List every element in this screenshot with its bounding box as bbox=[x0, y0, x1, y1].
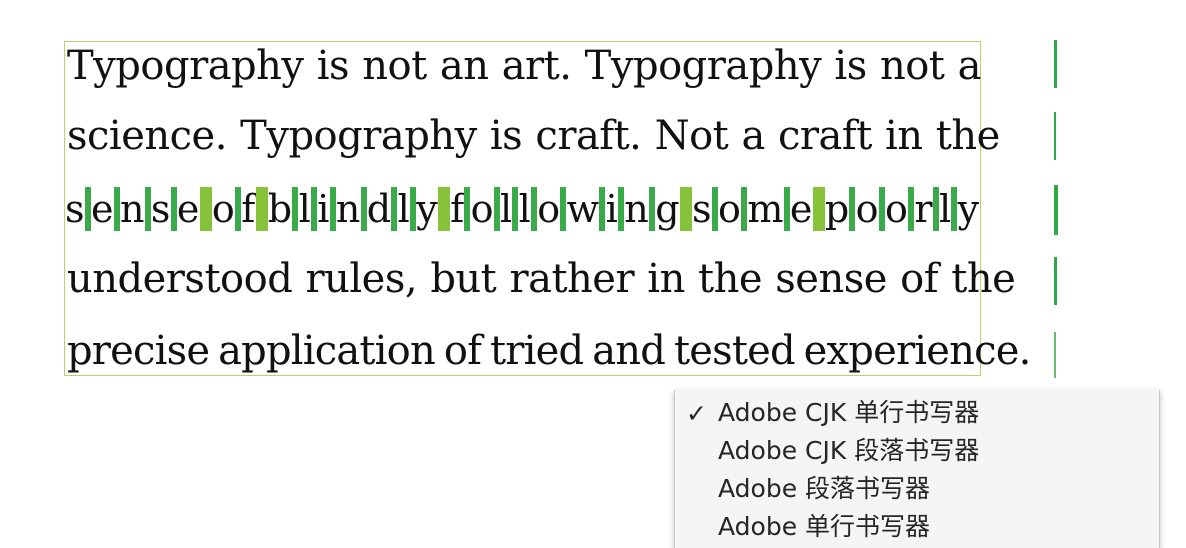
line-indicator-4 bbox=[1054, 257, 1057, 305]
glyph: s bbox=[65, 187, 85, 231]
glyph: i bbox=[317, 187, 330, 231]
menu-item-label: Adobe 段落书写器 bbox=[718, 474, 931, 503]
menu-item-adobe-cjk-single-line-composer[interactable]: ✓ Adobe CJK 单行书写器 bbox=[675, 394, 1159, 432]
glyph: b bbox=[267, 187, 293, 231]
letter-spacing-highlight bbox=[618, 187, 625, 231]
letter-spacing-highlight bbox=[464, 187, 471, 231]
glyph: g bbox=[655, 187, 680, 231]
paragraph-line-4: understood rules, but rather in the sens… bbox=[67, 256, 1016, 302]
letter-spacing-highlight bbox=[493, 187, 500, 231]
letter-spacing-highlight bbox=[711, 187, 718, 231]
letter-spacing-highlight bbox=[849, 187, 856, 231]
composer-menu[interactable]: ✓ Adobe CJK 单行书写器 Adobe CJK 段落书写器 Adobe … bbox=[674, 390, 1160, 548]
glyph: o bbox=[211, 187, 235, 231]
glyph: y bbox=[957, 187, 980, 231]
glyph: f bbox=[450, 187, 465, 231]
letter-spacing-highlight bbox=[741, 187, 748, 231]
paragraph-line-3-spacing-highlight: senseofblindlyfollowingsomepoorly bbox=[65, 179, 980, 239]
letter-spacing-highlight bbox=[878, 187, 885, 231]
menu-item-adobe-paragraph-composer[interactable]: Adobe 段落书写器 bbox=[675, 470, 1159, 508]
glyph: e bbox=[176, 187, 200, 231]
menu-item-adobe-cjk-paragraph-composer[interactable]: Adobe CJK 段落书写器 bbox=[675, 432, 1159, 470]
glyph: n bbox=[335, 187, 361, 231]
letter-spacing-highlight bbox=[170, 187, 177, 231]
glyph: o bbox=[718, 187, 741, 231]
letter-spacing-highlight bbox=[531, 187, 538, 231]
glyph: s bbox=[692, 187, 712, 231]
glyph: n bbox=[624, 187, 649, 231]
menu-item-label: Adobe CJK 单行书写器 bbox=[718, 398, 980, 427]
menu-item-label: Adobe CJK 段落书写器 bbox=[718, 436, 980, 465]
word-space-highlight bbox=[437, 187, 450, 231]
word-space-highlight bbox=[679, 187, 692, 231]
glyph: r bbox=[914, 187, 933, 231]
glyph: o bbox=[885, 187, 908, 231]
line-indicator-5 bbox=[1054, 332, 1056, 378]
letter-spacing-highlight bbox=[144, 187, 151, 231]
glyph: l bbox=[500, 187, 513, 231]
word-space-highlight bbox=[199, 187, 212, 231]
glyph: i bbox=[605, 187, 618, 231]
text-frame[interactable]: Typography is not an art. Typography is … bbox=[64, 41, 1031, 376]
line-indicator-1 bbox=[1054, 40, 1057, 88]
glyph: o bbox=[855, 187, 879, 231]
letter-spacing-highlight bbox=[310, 187, 317, 231]
letter-spacing-highlight bbox=[908, 187, 915, 231]
glyph: e bbox=[90, 187, 114, 231]
letter-spacing-highlight bbox=[113, 187, 120, 231]
glyph: f bbox=[241, 187, 256, 231]
paragraph-line-2: science. Typography is craft. Not a craf… bbox=[67, 113, 1000, 159]
paragraph-line-5: precise application of tried and tested … bbox=[67, 328, 1031, 374]
letter-spacing-highlight bbox=[234, 187, 241, 231]
glyph: d bbox=[366, 187, 392, 231]
menu-item-label: Adobe 单行书写器 bbox=[718, 512, 931, 541]
letter-spacing-highlight bbox=[329, 187, 336, 231]
word-space-highlight bbox=[812, 187, 825, 231]
glyph: s bbox=[150, 187, 171, 231]
letter-spacing-highlight bbox=[292, 187, 299, 231]
glyph: p bbox=[824, 187, 850, 231]
glyph: l bbox=[298, 187, 311, 231]
glyph: n bbox=[119, 187, 145, 231]
letter-spacing-highlight bbox=[84, 187, 91, 231]
glyph: w bbox=[566, 187, 600, 231]
letter-spacing-highlight bbox=[512, 187, 519, 231]
letter-spacing-highlight bbox=[391, 187, 398, 231]
checkmark-icon: ✓ bbox=[686, 399, 707, 428]
letter-spacing-highlight bbox=[932, 187, 939, 231]
glyph: m bbox=[747, 187, 784, 231]
letter-spacing-highlight bbox=[783, 187, 790, 231]
word-space-highlight bbox=[255, 187, 268, 231]
letter-spacing-highlight bbox=[648, 187, 655, 231]
glyph: o bbox=[537, 187, 561, 231]
line-indicator-3 bbox=[1054, 185, 1058, 235]
glyph: l bbox=[518, 187, 531, 231]
paragraph-line-1: Typography is not an art. Typography is … bbox=[67, 43, 981, 89]
glyph: l bbox=[397, 187, 410, 231]
glyph: o bbox=[470, 187, 494, 231]
glyph: l bbox=[939, 187, 952, 231]
glyph: e bbox=[789, 187, 813, 231]
letter-spacing-highlight bbox=[360, 187, 367, 231]
line-indicator-2 bbox=[1054, 112, 1056, 160]
letter-spacing-highlight bbox=[560, 187, 567, 231]
menu-item-adobe-single-line-composer[interactable]: Adobe 单行书写器 bbox=[675, 508, 1159, 546]
glyph: y bbox=[416, 187, 438, 231]
letter-spacing-highlight bbox=[951, 187, 958, 231]
letter-spacing-highlight bbox=[599, 187, 606, 231]
